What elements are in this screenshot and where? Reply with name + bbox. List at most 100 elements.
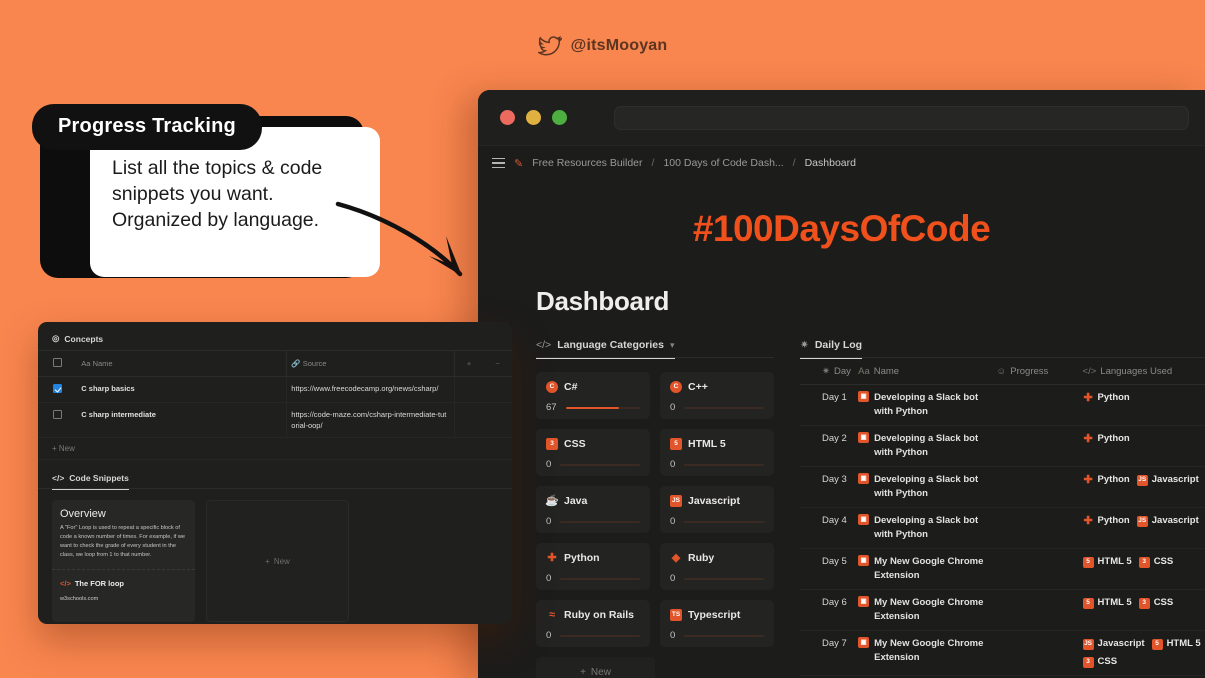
language-tag[interactable]: 5 HTML 5	[1082, 555, 1132, 569]
sun-icon: ✷	[822, 366, 830, 378]
snippet-overview: Overview A "For" Loop is used to repeat …	[52, 500, 195, 570]
row-name[interactable]: C sharp intermediate	[77, 402, 288, 438]
breadcrumb-item-page[interactable]: 100 Days of Code Dash...	[663, 157, 783, 169]
row-day: Day 5	[800, 548, 859, 591]
briefcase-icon: ▣	[858, 637, 870, 649]
language-card[interactable]: JS Javascript 0	[660, 486, 774, 534]
row-name[interactable]: ▣ Developing a Slack bot with Python	[858, 466, 997, 509]
row-progress[interactable]	[996, 589, 1083, 632]
column-header-checkbox[interactable]	[38, 350, 78, 377]
row-progress[interactable]	[996, 466, 1083, 509]
address-bar[interactable]	[614, 105, 1189, 130]
concepts-add-row-label: New	[58, 443, 75, 453]
column-header-day[interactable]: ✷ Day	[800, 358, 859, 386]
language-tag[interactable]: 5 HTML 5	[1082, 596, 1132, 610]
breadcrumb-item-current[interactable]: Dashboard	[805, 157, 856, 169]
language-card[interactable]: 5 HTML 5 0	[660, 429, 774, 477]
row-checkbox[interactable]	[38, 402, 78, 438]
language-tag[interactable]: 3 CSS	[1082, 655, 1117, 669]
row-name[interactable]: ▣ Developing a Slack bot with Python	[858, 384, 997, 427]
table-row[interactable]: C sharp basics https://www.freecodecamp.o…	[38, 376, 512, 403]
language-tag[interactable]: JS Javascript	[1082, 637, 1145, 651]
language-card-count: 0	[546, 459, 552, 471]
breadcrumb-item-workspace[interactable]: Free Resources Builder	[532, 157, 642, 169]
callout-text: List all the topics & code snippets you …	[112, 157, 323, 231]
add-column-button[interactable]: +	[454, 350, 484, 377]
language-categories-header[interactable]: </> Language Categories ▾	[536, 339, 675, 359]
row-progress[interactable]	[996, 384, 1083, 427]
sun-icon: ✷	[800, 339, 809, 351]
table-row[interactable]: C sharp intermediate https://code-maze.co…	[38, 402, 512, 438]
row-source[interactable]: https://www.freecodecamp.org/news/csharp…	[286, 376, 455, 403]
add-language-button[interactable]: + New	[536, 657, 655, 678]
row-source[interactable]: https://code-maze.com/csharp-intermediat…	[286, 402, 455, 438]
row-name[interactable]: ▣My New Google Chrome Extension	[858, 589, 997, 632]
concepts-add-row-button[interactable]: + New	[38, 438, 512, 460]
language-tag[interactable]: 5 HTML 5	[1151, 637, 1201, 651]
row-progress[interactable]	[996, 548, 1083, 591]
code-snippets-header[interactable]: </> Code Snippets	[52, 473, 129, 490]
language-card[interactable]: ✚ Python 0	[536, 543, 650, 591]
row-progress[interactable]	[996, 425, 1083, 468]
add-snippet-button[interactable]: + New	[206, 500, 349, 622]
row-name[interactable]: ▣ Developing a Slack bot with Python	[858, 425, 997, 468]
traffic-light-buttons[interactable]	[500, 110, 567, 125]
language-tag[interactable]: 3 CSS	[1138, 555, 1173, 569]
language-card[interactable]: ☕ Java 0	[536, 486, 650, 534]
table-row[interactable]: Day 6 ▣ My New Google Chrome Extension 5 HTM…	[800, 589, 1205, 632]
row-name[interactable]: ▣My New Google Chrome Extension	[858, 548, 997, 591]
column-header-progress[interactable]: ☺ Progress	[996, 358, 1083, 386]
table-row[interactable]: Day 3 ▣ Developing a Slack bot with Python…	[800, 466, 1205, 509]
language-tag[interactable]: ✚ Python	[1083, 391, 1129, 405]
table-row[interactable]: Day 1 ▣ Developing a Slack bot with Python…	[800, 384, 1205, 427]
language-tag[interactable]: ✚ Python	[1083, 473, 1129, 487]
language-card[interactable]: TS Typescript 0	[660, 600, 774, 648]
table-row[interactable]: Day 5 ▣ My New Google Chrome Extension 5 HTM…	[800, 548, 1205, 591]
language-tag[interactable]: JS Javascript	[1136, 514, 1199, 528]
language-tag[interactable]: JS Javascript	[1136, 473, 1199, 487]
column-header-name[interactable]: Aa Name	[77, 350, 288, 377]
language-tag[interactable]: 3 CSS	[1138, 596, 1173, 610]
table-row[interactable]: Day 4 ▣ Developing a Slack bot with Python…	[800, 507, 1205, 550]
row-progress[interactable]	[996, 630, 1083, 677]
column-header-source[interactable]: 🔗 Source	[286, 350, 455, 377]
language-tag[interactable]: ✚ Python	[1083, 432, 1129, 446]
checkbox-icon[interactable]	[53, 383, 63, 393]
row-name[interactable]: ▣ Developing a Slack bot with Python	[858, 507, 997, 550]
social-handle: @itsMooyan	[0, 34, 1205, 58]
plus-icon: +	[580, 666, 586, 678]
language-categories-section: </> Language Categories ▾ C C# 67 C C++ 0 3 CSS…	[536, 339, 774, 678]
language-card[interactable]: ◆ Ruby 0	[660, 543, 774, 591]
checkbox-icon[interactable]	[53, 357, 63, 367]
table-header-row: ✷ Day Aa Name ☺ Progress </> Languages Used	[800, 358, 1205, 386]
row-day: Day 1	[800, 384, 859, 427]
close-dot-icon[interactable]	[500, 110, 515, 125]
column-header-languages-used[interactable]: </> Languages Used	[1082, 358, 1205, 386]
table-row[interactable]: Day 2 ▣ Developing a Slack bot with Python…	[800, 425, 1205, 468]
maximize-dot-icon[interactable]	[552, 110, 567, 125]
language-card[interactable]: ≈ Ruby on Rails 0	[536, 600, 650, 648]
table-row[interactable]: Day 7 ▣ My New Google Chrome Extension JS Ja…	[800, 630, 1205, 677]
hamburger-icon[interactable]	[492, 157, 505, 169]
chevron-down-icon[interactable]: ▾	[670, 340, 675, 351]
column-header-name[interactable]: Aa Name	[858, 358, 997, 386]
row-progress[interactable]	[996, 507, 1083, 550]
minimize-dot-icon[interactable]	[526, 110, 541, 125]
concepts-header[interactable]: ◎ Concepts	[52, 333, 104, 351]
select-icon: ☺	[996, 366, 1007, 378]
hide-column-button[interactable]: −	[483, 350, 512, 377]
row-name[interactable]: ▣My New Google Chrome Extension	[858, 630, 997, 677]
language-card[interactable]: C C# 67	[536, 372, 650, 420]
checkbox-icon[interactable]	[53, 409, 63, 419]
daily-log-header[interactable]: ✷ Daily Log	[800, 339, 863, 359]
language-categories-title: Language Categories	[557, 339, 664, 351]
row-name[interactable]: C sharp basics	[77, 376, 288, 403]
language-card[interactable]: C C++ 0	[660, 372, 774, 420]
Aa: Aa	[858, 366, 870, 378]
language-card[interactable]: 3 CSS 0	[536, 429, 650, 477]
row-checkbox[interactable]	[38, 376, 78, 403]
language-card-name: Ruby on Rails	[564, 609, 635, 622]
language-tag[interactable]: ✚ Python	[1083, 514, 1129, 528]
snippet-card[interactable]: Overview A "For" Loop is used to repeat …	[52, 500, 195, 622]
row-languages: JSJavascript 5HTML 5 3CSS	[1082, 630, 1205, 677]
